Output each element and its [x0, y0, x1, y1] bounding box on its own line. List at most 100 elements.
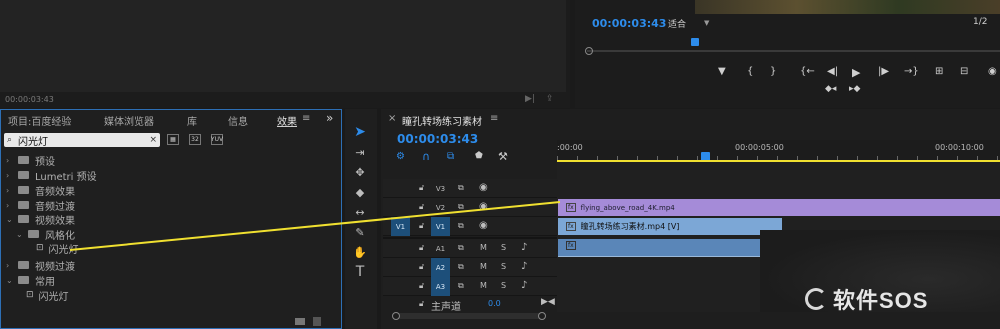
- tree-item-video-effects[interactable]: ⌄ 视频效果: [6, 212, 75, 227]
- sequence-tab[interactable]: 瞳孔转场练习素材: [402, 113, 482, 128]
- mark-in-icon[interactable]: {: [747, 66, 753, 77]
- lock-icon[interactable]: 🔓︎: [419, 281, 424, 291]
- wrench-icon[interactable]: ⚒: [498, 150, 508, 163]
- solo-button[interactable]: S: [501, 281, 506, 290]
- snap-icon[interactable]: ⚙: [396, 151, 405, 162]
- tree-item-strobe-light[interactable]: ⊡ 闪光灯: [36, 241, 79, 256]
- tab-project[interactable]: 项目:百度经验: [8, 113, 71, 128]
- lock-icon[interactable]: 🔓︎: [419, 183, 424, 193]
- mark-out-icon[interactable]: }: [770, 66, 776, 77]
- sync-lock-icon[interactable]: ⧉: [458, 281, 464, 291]
- go-to-in-icon[interactable]: {←: [800, 66, 815, 77]
- clear-search-icon[interactable]: ×: [149, 135, 157, 145]
- close-sequence-icon[interactable]: ×: [388, 113, 396, 124]
- ripple-edit-tool-icon[interactable]: ✥: [350, 163, 370, 181]
- sync-lock-icon[interactable]: ⧉: [458, 183, 464, 193]
- chevron-right-icon[interactable]: ›: [6, 261, 14, 270]
- eye-icon[interactable]: ◉: [479, 201, 488, 212]
- delete-icon[interactable]: [313, 317, 321, 326]
- chevron-down-icon[interactable]: ⌄: [16, 230, 24, 239]
- mute-button[interactable]: M: [480, 262, 487, 271]
- prev-edit-icon[interactable]: ◆◂: [825, 84, 836, 94]
- track-target-a3[interactable]: A3: [431, 277, 450, 296]
- track-select-tool-icon[interactable]: ⇥: [350, 143, 370, 161]
- track-target-v1[interactable]: V1: [431, 217, 450, 236]
- sync-lock-icon[interactable]: ⧉: [458, 262, 464, 272]
- track-target-a2[interactable]: A2: [431, 258, 450, 277]
- 32bit-effects-icon[interactable]: 32: [189, 134, 201, 145]
- mute-button[interactable]: M: [480, 281, 487, 290]
- go-to-out-icon[interactable]: →}: [904, 66, 919, 77]
- camera-icon[interactable]: ◉: [988, 66, 997, 77]
- chevron-down-icon[interactable]: ⌄: [6, 215, 14, 224]
- sync-lock-icon[interactable]: ⧉: [458, 221, 464, 231]
- solo-button[interactable]: S: [501, 243, 506, 252]
- track-target-a1[interactable]: A1: [431, 239, 450, 258]
- slip-tool-icon[interactable]: ↔: [350, 203, 370, 221]
- eye-icon[interactable]: ◉: [479, 182, 488, 193]
- time-ruler[interactable]: :00:00 00:00:05:00 00:00:10:00: [557, 140, 1000, 162]
- lift-icon[interactable]: ⊞: [935, 66, 943, 77]
- tree-item-stylize[interactable]: ⌄ 风格化: [16, 227, 75, 242]
- mute-button[interactable]: M: [480, 243, 487, 252]
- step-forward-icon[interactable]: |▶: [878, 66, 889, 77]
- chevron-down-icon[interactable]: ⌄: [6, 276, 14, 285]
- magnet-icon[interactable]: ∩: [422, 150, 430, 163]
- export-frame-icon[interactable]: ▶|: [525, 94, 535, 104]
- zoom-handle-left[interactable]: [392, 312, 400, 320]
- linked-selection-icon[interactable]: ⧉: [447, 151, 454, 162]
- next-edit-icon[interactable]: ▸◆: [849, 84, 860, 94]
- chevron-right-icon[interactable]: ›: [6, 186, 14, 195]
- track-target-v3[interactable]: V3: [431, 179, 450, 198]
- panel-menu-icon[interactable]: ≡: [302, 113, 310, 124]
- type-tool-icon[interactable]: T: [350, 263, 370, 281]
- selection-tool-icon[interactable]: ➤: [350, 123, 370, 141]
- play-icon[interactable]: ▶: [852, 66, 860, 79]
- sync-lock-icon[interactable]: ⧉: [458, 202, 464, 212]
- microphone-icon[interactable]: ♪: [521, 242, 527, 253]
- tab-media-browser[interactable]: 媒体浏览器: [104, 113, 154, 128]
- tree-item-video-transitions[interactable]: › 视频过渡: [6, 258, 75, 273]
- tree-item-audio-effects[interactable]: › 音频效果: [6, 183, 75, 198]
- lock-icon[interactable]: 🔓︎: [419, 221, 424, 231]
- timeline-timecode[interactable]: 00:00:03:43: [397, 132, 478, 146]
- clip-a1[interactable]: fx: [558, 239, 782, 257]
- zoom-handle-right[interactable]: [538, 312, 546, 320]
- lock-icon[interactable]: 🔓︎: [419, 262, 424, 272]
- pen-tool-icon[interactable]: ✎: [350, 223, 370, 241]
- razor-tool-icon[interactable]: ◆: [350, 183, 370, 201]
- lock-icon[interactable]: 🔓︎: [419, 202, 424, 212]
- chevron-right-icon[interactable]: ›: [6, 156, 14, 165]
- tree-item-audio-transitions[interactable]: › 音频过渡: [6, 198, 75, 213]
- tree-item-presets[interactable]: › 预设: [6, 153, 55, 168]
- timeline-zoom-scrollbar[interactable]: [392, 312, 546, 320]
- track-target-v2[interactable]: V2: [431, 198, 450, 217]
- camera-icon[interactable]: ⇪: [546, 94, 554, 104]
- solo-button[interactable]: S: [501, 262, 506, 271]
- hand-tool-icon[interactable]: ✋: [350, 243, 370, 261]
- add-marker-icon[interactable]: ⬟: [475, 151, 483, 161]
- tree-item-favorite-strobe[interactable]: ⊡ 闪光灯: [26, 288, 69, 303]
- sync-lock-icon[interactable]: ⧉: [458, 243, 464, 253]
- accelerated-effects-icon[interactable]: ▦: [167, 134, 179, 145]
- chevron-right-icon[interactable]: ›: [6, 201, 14, 210]
- effects-search-box[interactable]: ⌕ 闪光灯 ×: [4, 133, 160, 148]
- yuv-effects-icon[interactable]: YUV: [211, 134, 223, 145]
- step-back-icon[interactable]: ◀|: [827, 66, 838, 77]
- master-volume[interactable]: 0.0: [488, 299, 501, 308]
- add-marker-icon[interactable]: ▼: [718, 66, 726, 77]
- tab-libraries[interactable]: 库: [187, 113, 197, 128]
- clip-v2[interactable]: fx flying_above_road_4K.mp4: [558, 199, 1000, 216]
- go-to-end-icon[interactable]: ▶◀: [541, 297, 555, 307]
- lock-icon[interactable]: 🔓︎: [419, 299, 424, 309]
- lock-icon[interactable]: 🔓︎: [419, 243, 424, 253]
- overflow-icon[interactable]: »: [326, 111, 333, 125]
- sequence-menu-icon[interactable]: ≡: [490, 113, 498, 124]
- clip-v1[interactable]: fx 瞳孔转场练习素材.mp4 [V]: [558, 218, 782, 235]
- tab-info[interactable]: 信息: [228, 113, 248, 128]
- microphone-icon[interactable]: ♪: [521, 280, 527, 291]
- microphone-icon[interactable]: ♪: [521, 261, 527, 272]
- chevron-right-icon[interactable]: ›: [6, 171, 14, 180]
- source-patch-v1[interactable]: V1: [391, 217, 410, 236]
- tree-item-lumetri-presets[interactable]: › Lumetri 预设: [6, 168, 97, 183]
